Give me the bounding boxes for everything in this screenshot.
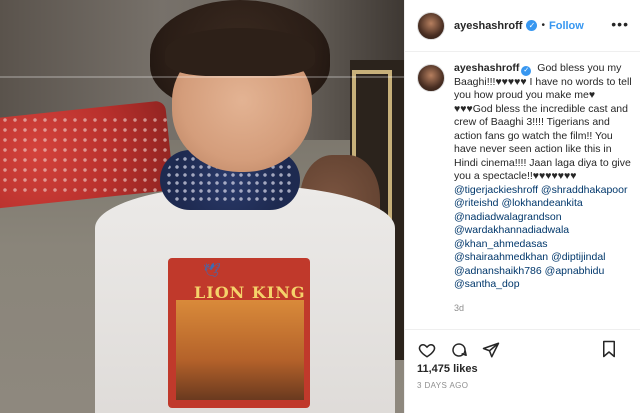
bird-icon: 🕊 [203,262,221,278]
post-photo[interactable]: 🕊 LION KING [0,0,404,413]
separator-dot: • [541,20,545,31]
caption-body: ayeshashroff ✓ God bless you my Baaghi!!!… [454,62,634,315]
shirt-print-text: LION KING [194,283,306,302]
verified-icon: ✓ [526,20,538,31]
caption-text: God bless you my Baaghi!!!♥♥♥♥♥ I have n… [454,62,632,182]
photo-shirt-print-scene [176,300,304,400]
avatar[interactable] [417,11,445,40]
caption-username[interactable]: ayeshashroff [454,62,519,74]
mention-link[interactable]: @riteishd [454,197,499,209]
mention-link[interactable]: @adnanshaikh786 [454,265,542,277]
post-side-panel: ayeshashroff ✓ • Follow ••• ayeshashroff… [404,0,640,413]
caption-comment: ayeshashroff ✓ God bless you my Baaghi!!!… [417,62,635,315]
post-header: ayeshashroff ✓ • Follow ••• [405,0,640,52]
share-icon[interactable] [481,340,501,360]
caption-verified-icon: ✓ [521,65,532,76]
mention-link[interactable]: @shraddhakapoor [541,184,628,196]
mention-link[interactable]: @santha_dop [454,278,634,292]
posted-time: 3 DAYS AGO [417,381,469,390]
mention-link[interactable]: @khan_ahmedasas [454,238,634,252]
follow-button[interactable]: Follow [549,20,584,32]
photo-red-cloth-pattern [0,115,170,195]
mention-link[interactable]: @tigerjackieshroff [454,184,538,196]
mention-link[interactable]: @diptijindal [551,251,605,263]
mention-link[interactable]: @wardakhannadiadwala [454,224,634,238]
header-username[interactable]: ayeshashroff [454,20,522,32]
photo-fringe [165,28,315,76]
caption-mentions: @tigerjackieshroff @shraddhakapoor @rite… [454,184,634,292]
caption-avatar[interactable] [417,64,445,92]
mention-link[interactable]: @apnabhidu [545,265,605,277]
bookmark-icon[interactable] [599,339,619,359]
caption-age[interactable]: 3d [454,302,634,316]
comment-icon[interactable] [449,340,469,360]
likes-count[interactable]: 11,475 likes [417,363,478,375]
photo-scanline [0,76,404,78]
heart-icon[interactable] [417,340,437,360]
more-options-icon[interactable]: ••• [611,16,629,32]
mention-link[interactable]: @nadiadwalagrandson [454,211,634,225]
mention-link[interactable]: @shairaahmedkhan [454,251,548,263]
mention-link[interactable]: @lokhandeankita [501,197,582,209]
